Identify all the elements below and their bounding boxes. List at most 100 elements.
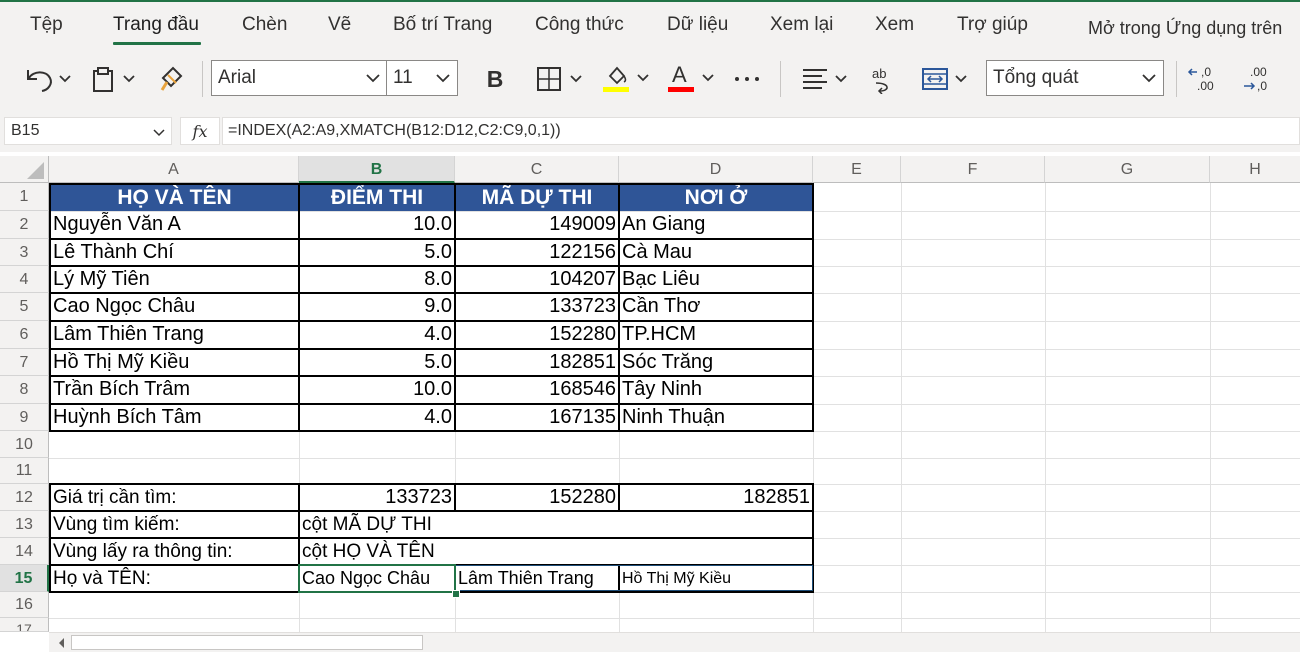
name-box[interactable]: B15 — [4, 117, 172, 145]
table-cell[interactable]: 104207 — [455, 266, 619, 293]
tab-draw[interactable]: Vẽ — [328, 14, 351, 36]
lookup-label-cell[interactable]: Giá trị cần tìm: — [50, 484, 299, 511]
table-cell[interactable]: Nguyễn Văn A — [50, 211, 299, 239]
table-cell[interactable]: 122156 — [455, 239, 619, 266]
format-painter-button[interactable] — [155, 62, 189, 96]
horizontal-scrollbar[interactable] — [49, 632, 1300, 652]
bold-button[interactable]: B — [478, 62, 512, 96]
table-header-cell[interactable]: MÃ DỰ THI — [455, 184, 619, 211]
insert-function-button[interactable]: fx — [180, 117, 220, 145]
row-header[interactable]: 6 — [0, 321, 49, 349]
lookup-value-cell[interactable]: 152280 — [455, 484, 619, 511]
column-header-a[interactable]: A — [49, 156, 299, 183]
table-cell[interactable]: 4.0 — [299, 321, 455, 349]
select-all-corner[interactable] — [0, 156, 49, 183]
table-cell[interactable]: 152280 — [455, 321, 619, 349]
more-options-button[interactable] — [730, 62, 764, 96]
table-cell[interactable]: TP.HCM — [619, 321, 813, 349]
table-cell[interactable]: 133723 — [455, 293, 619, 321]
table-cell[interactable]: Tây Ninh — [619, 376, 813, 404]
row-header[interactable]: 8 — [0, 376, 49, 404]
font-size-select[interactable]: 11 — [386, 60, 458, 96]
table-cell[interactable]: Lâm Thiên Trang — [50, 321, 299, 349]
row-header[interactable]: 7 — [0, 349, 49, 376]
column-header-e[interactable]: E — [813, 156, 901, 183]
table-cell[interactable]: Cà Mau — [619, 239, 813, 266]
scroll-left-icon[interactable] — [57, 637, 67, 649]
merge-center-button[interactable] — [918, 62, 974, 96]
lookup-value-cell[interactable]: 182851 — [619, 484, 813, 511]
table-cell[interactable]: Bạc Liêu — [619, 266, 813, 293]
tab-view[interactable]: Xem — [875, 14, 914, 36]
column-header-f[interactable]: F — [901, 156, 1045, 183]
tab-data[interactable]: Dữ liệu — [667, 14, 728, 36]
tab-review[interactable]: Xem lại — [770, 14, 833, 36]
column-header-d[interactable]: D — [619, 156, 813, 183]
paste-button[interactable] — [88, 62, 142, 96]
font-name-select[interactable]: Arial — [211, 60, 388, 96]
table-cell[interactable]: 9.0 — [299, 293, 455, 321]
column-header-b[interactable]: B — [299, 156, 455, 183]
table-cell[interactable]: 167135 — [455, 404, 619, 431]
lookup-value-cell[interactable]: cột MÃ DỰ THI — [299, 511, 813, 538]
tab-file[interactable]: Tệp — [30, 14, 63, 36]
lookup-value-cell[interactable]: 133723 — [299, 484, 455, 511]
column-header-g[interactable]: G — [1045, 156, 1210, 183]
font-color-button[interactable]: A — [666, 62, 720, 96]
table-header-cell[interactable]: ĐIỂM THI — [299, 184, 455, 211]
tab-page-layout[interactable]: Bố trí Trang — [393, 14, 492, 36]
row-header[interactable]: 3 — [0, 239, 49, 266]
lookup-label-cell[interactable]: Vùng tìm kiếm: — [50, 511, 299, 538]
undo-button[interactable] — [20, 62, 76, 96]
tab-insert[interactable]: Chèn — [242, 14, 287, 36]
table-cell[interactable]: Huỳnh Bích Tâm — [50, 404, 299, 431]
row-header[interactable]: 12 — [0, 484, 49, 511]
row-header[interactable]: 14 — [0, 538, 49, 565]
table-cell[interactable]: An Giang — [619, 211, 813, 239]
table-cell[interactable]: 10.0 — [299, 211, 455, 239]
align-button[interactable] — [800, 62, 854, 96]
row-header[interactable]: 13 — [0, 511, 49, 538]
table-cell[interactable]: Cần Thơ — [619, 293, 813, 321]
row-header[interactable]: 16 — [0, 592, 49, 618]
table-cell[interactable]: 168546 — [455, 376, 619, 404]
fill-color-button[interactable] — [600, 62, 656, 96]
row-header[interactable]: 10 — [0, 431, 49, 458]
row-header[interactable]: 4 — [0, 266, 49, 293]
table-cell[interactable]: Lý Mỹ Tiên — [50, 266, 299, 293]
table-cell[interactable]: Sóc Trăng — [619, 349, 813, 376]
lookup-label-cell[interactable]: Họ và TÊN: — [50, 565, 299, 592]
table-cell[interactable]: Cao Ngọc Châu — [50, 293, 299, 321]
scroll-thumb[interactable] — [71, 635, 423, 650]
table-cell[interactable]: 5.0 — [299, 349, 455, 376]
tab-help[interactable]: Trợ giúp — [957, 14, 1028, 36]
decrease-decimal-button[interactable]: .00 ,0 — [1240, 62, 1280, 96]
number-format-select[interactable]: Tổng quát — [986, 60, 1164, 96]
row-header[interactable]: 9 — [0, 404, 49, 431]
column-header-c[interactable]: C — [455, 156, 619, 183]
table-cell[interactable]: 8.0 — [299, 266, 455, 293]
table-cell[interactable]: Trần Bích Trâm — [50, 376, 299, 404]
table-header-cell[interactable]: HỌ VÀ TÊN — [50, 184, 299, 211]
formula-input[interactable]: =INDEX(A2:A9,XMATCH(B12:D12,C2:C9,0,1)) — [222, 117, 1300, 145]
table-cell[interactable]: 149009 — [455, 211, 619, 239]
table-cell[interactable]: Hồ Thị Mỹ Kiều — [50, 349, 299, 376]
table-cell[interactable]: 4.0 — [299, 404, 455, 431]
increase-decimal-button[interactable]: ,0 .00 — [1185, 62, 1225, 96]
row-header[interactable]: 1 — [0, 183, 49, 211]
lookup-label-cell[interactable]: Vùng lấy ra thông tin: — [50, 538, 299, 565]
table-cell[interactable]: 182851 — [455, 349, 619, 376]
row-header[interactable]: 17 — [0, 618, 49, 632]
row-header[interactable]: 11 — [0, 458, 49, 484]
table-cell[interactable]: Ninh Thuận — [619, 404, 813, 431]
table-header-cell[interactable]: NƠI Ở — [619, 184, 813, 211]
open-in-app-button[interactable]: Mở trong Ứng dụng trên — [1088, 18, 1282, 39]
tab-home[interactable]: Trang đầu — [113, 14, 199, 36]
row-header[interactable]: 2 — [0, 211, 49, 239]
table-cell[interactable]: 10.0 — [299, 376, 455, 404]
borders-button[interactable] — [533, 62, 589, 96]
lookup-value-cell[interactable]: cột HỌ VÀ TÊN — [299, 538, 813, 565]
fill-handle[interactable] — [452, 590, 460, 598]
column-header-h[interactable]: H — [1210, 156, 1300, 183]
row-header[interactable]: 5 — [0, 293, 49, 321]
